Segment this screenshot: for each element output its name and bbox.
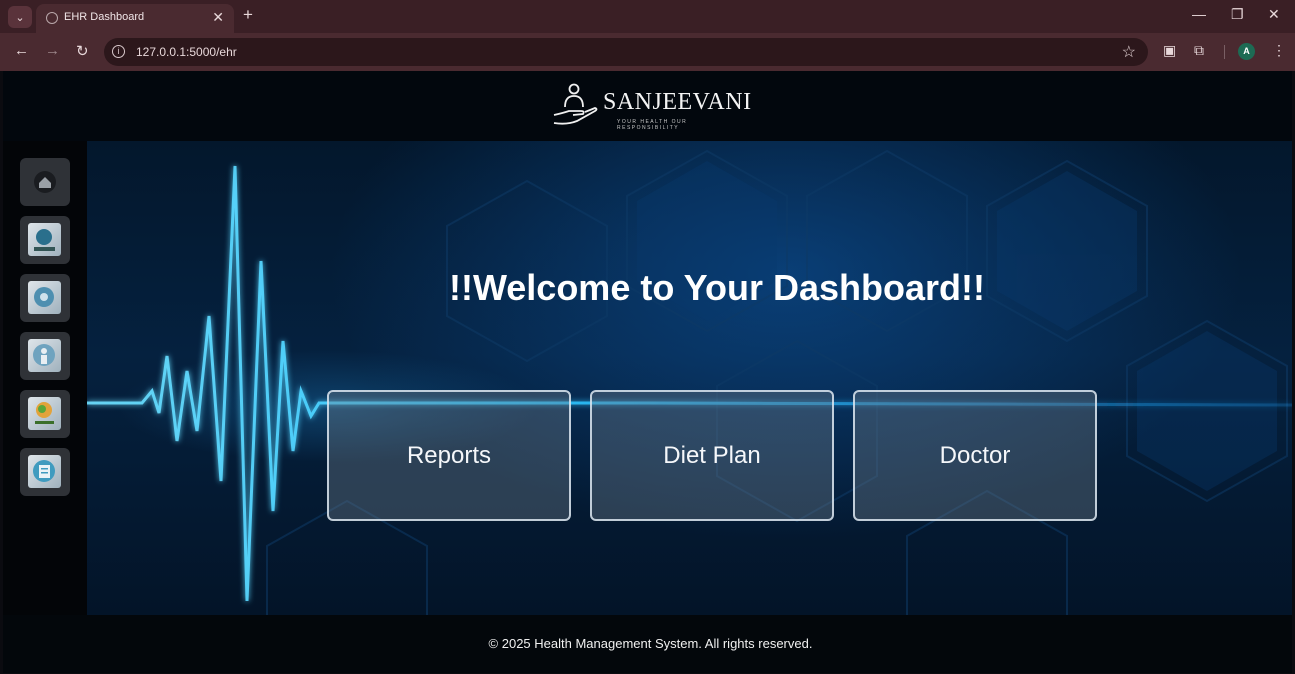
diet-plan-icon bbox=[28, 397, 61, 430]
person-icon bbox=[28, 339, 61, 372]
find-doctor-icon bbox=[28, 223, 61, 256]
welcome-heading: !!Welcome to Your Dashboard!! bbox=[448, 267, 986, 308]
sanjeevani-logo[interactable]: SANJEEVANI YOUR HEALTH OUR RESPONSIBILIT… bbox=[551, 81, 751, 131]
tab-close-icon[interactable]: ✕ bbox=[212, 9, 224, 26]
sidebar-item-find-doctor[interactable] bbox=[20, 216, 70, 264]
url-text[interactable]: 127.0.0.1:5000/ehr bbox=[136, 45, 237, 59]
browser-tab[interactable]: EHR Dashboard ✕ bbox=[36, 4, 234, 33]
diet-plan-card-label: Diet Plan bbox=[663, 441, 761, 469]
tab-title: EHR Dashboard bbox=[64, 11, 145, 23]
extensions-puzzle-icon[interactable]: ⧉ bbox=[1194, 42, 1204, 59]
reports-card-label: Reports bbox=[406, 441, 492, 469]
media-control-icon[interactable]: ▣ bbox=[1163, 42, 1176, 59]
hexagon-heartbeat-background bbox=[87, 149, 1292, 615]
sidebar-item-reports[interactable] bbox=[20, 448, 70, 496]
minimize-icon[interactable]: — bbox=[1192, 6, 1206, 22]
back-arrow-icon[interactable]: ← bbox=[14, 42, 29, 59]
hand-care-logo-icon bbox=[553, 83, 598, 125]
footer-copyright: © 2025 Health Management System. All rig… bbox=[488, 636, 813, 651]
sidebar-item-profile[interactable] bbox=[20, 332, 70, 380]
tab-favicon-icon bbox=[46, 12, 58, 24]
forward-arrow-icon[interactable]: → bbox=[45, 42, 60, 59]
medical-report-icon bbox=[28, 455, 61, 488]
diet-plan-card-button[interactable]: Diet Plan bbox=[590, 390, 834, 521]
home-icon bbox=[34, 171, 56, 193]
sidebar-nav bbox=[3, 141, 87, 647]
browser-toolbar: ← → ↻ i 127.0.0.1:5000/ehr ☆ ▣ ⧉ A ⋮ bbox=[0, 33, 1295, 71]
site-header: SANJEEVANI YOUR HEALTH OUR RESPONSIBILIT… bbox=[3, 71, 1292, 141]
doctor-card-button[interactable]: Doctor bbox=[853, 390, 1097, 521]
reload-icon[interactable]: ↻ bbox=[76, 42, 89, 60]
window-close-icon[interactable]: ✕ bbox=[1268, 6, 1280, 23]
health-gear-icon bbox=[28, 281, 61, 314]
reports-card-button[interactable]: Reports bbox=[327, 390, 571, 521]
sidebar-item-home[interactable] bbox=[20, 158, 70, 206]
browser-menu-icon[interactable]: ⋮ bbox=[1272, 42, 1286, 59]
logo-title: SANJEEVANI bbox=[603, 89, 752, 115]
toolbar-divider bbox=[1224, 45, 1225, 59]
hero-banner: !!Welcome to Your Dashboard!! Reports Di… bbox=[87, 141, 1292, 615]
site-info-icon[interactable]: i bbox=[112, 45, 125, 58]
logo-tagline: YOUR HEALTH OUR RESPONSIBILITY bbox=[617, 119, 688, 131]
new-tab-icon[interactable]: + bbox=[243, 5, 253, 25]
sidebar-item-health-settings[interactable] bbox=[20, 274, 70, 322]
tab-search-chevron-icon[interactable]: ⌄ bbox=[8, 6, 32, 28]
restore-icon[interactable]: ❐ bbox=[1231, 6, 1244, 23]
address-bar[interactable]: i 127.0.0.1:5000/ehr ☆ bbox=[104, 38, 1148, 66]
sidebar-item-diet-plan[interactable] bbox=[20, 390, 70, 438]
browser-tab-bar: ⌄ EHR Dashboard ✕ + — ❐ ✕ bbox=[0, 0, 1295, 33]
bookmark-star-icon[interactable]: ☆ bbox=[1122, 42, 1136, 62]
site-footer: © 2025 Health Management System. All rig… bbox=[3, 615, 1292, 673]
page-viewport: SANJEEVANI YOUR HEALTH OUR RESPONSIBILIT… bbox=[3, 71, 1292, 673]
profile-avatar[interactable]: A bbox=[1238, 43, 1255, 60]
doctor-card-label: Doctor bbox=[939, 441, 1011, 469]
